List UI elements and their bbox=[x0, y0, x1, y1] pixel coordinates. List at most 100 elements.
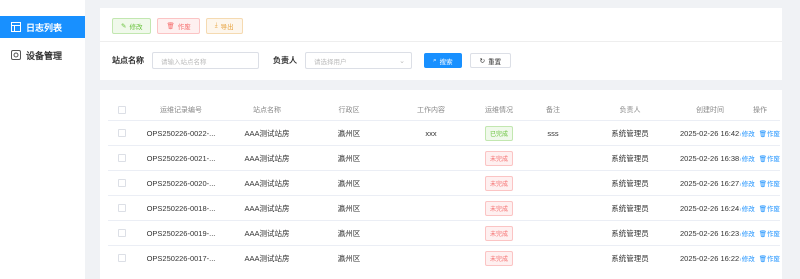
row-actions: ✎修改 🗑作废 bbox=[740, 128, 780, 138]
row-void-link[interactable]: 🗑作废 bbox=[759, 153, 780, 163]
row-checkbox[interactable] bbox=[108, 179, 136, 187]
list-icon bbox=[10, 22, 21, 33]
row-edit-link[interactable]: ✎修改 bbox=[740, 153, 755, 163]
sidebar-item-label: 设备管理 bbox=[26, 50, 63, 61]
toolbar: ✎ 修改 🗑 作废 ⤓ 导出 bbox=[112, 18, 243, 34]
owner-select[interactable]: 请选择用户 ⌄ bbox=[305, 52, 412, 69]
header-cell: 运维情况 bbox=[485, 107, 513, 114]
status-cell: 未完成 bbox=[472, 175, 526, 191]
owner-label: 负责人 bbox=[273, 56, 297, 65]
reset-button[interactable]: ↻ 重置 bbox=[469, 53, 512, 68]
row-void-link[interactable]: 🗑作废 bbox=[759, 178, 780, 188]
trash-icon: 🗑 bbox=[758, 156, 767, 163]
station-input[interactable]: 请输入站点名称 bbox=[152, 52, 259, 69]
row-checkbox[interactable] bbox=[108, 204, 136, 212]
row-edit-link[interactable]: ✎修改 bbox=[740, 228, 755, 238]
table-row: OPS250226-0019-... AAA测试站房 瀛州区 未完成 系统管理员 2025… bbox=[108, 220, 780, 245]
status-badge: 未完成 bbox=[484, 150, 513, 166]
row-edit-link[interactable]: ✎修改 bbox=[740, 203, 755, 213]
row-checkbox[interactable] bbox=[108, 154, 136, 162]
created-time: 2025-02-26 16:24:... bbox=[680, 203, 740, 213]
table-row: OPS250226-0018-... AAA测试站房 瀛州区 未完成 系统管理员 2025… bbox=[108, 195, 780, 220]
district: 瀛州区 bbox=[337, 253, 361, 263]
refresh-icon: ↻ bbox=[479, 57, 486, 65]
record-id: OPS250226-0022-... bbox=[146, 128, 216, 138]
row-checkbox[interactable] bbox=[108, 254, 136, 262]
record-id: OPS250226-0021-... bbox=[146, 153, 216, 163]
export-button[interactable]: ⤓ 导出 bbox=[205, 18, 243, 34]
header-cell: 工作内容 bbox=[417, 107, 445, 114]
remark: sss bbox=[547, 128, 559, 138]
chevron-down-icon: ⌄ bbox=[399, 57, 405, 65]
row-void-link[interactable]: 🗑作废 bbox=[759, 228, 780, 238]
sidebar-item-log-list[interactable]: 日志列表 bbox=[0, 16, 85, 38]
row-checkbox[interactable] bbox=[108, 129, 136, 137]
sidebar-item-device-management[interactable]: 设备管理 bbox=[0, 44, 85, 66]
station-label: 站点名称 bbox=[112, 56, 144, 65]
status-badge: 未完成 bbox=[484, 250, 513, 266]
work-content: xxx bbox=[425, 128, 437, 138]
district: 瀛州区 bbox=[337, 228, 361, 238]
header-cell: 操作 bbox=[753, 107, 767, 114]
status-badge: 未完成 bbox=[484, 225, 513, 241]
search-icon: ⌕ bbox=[433, 56, 437, 64]
header-cell: 创建时间 bbox=[696, 107, 724, 114]
table-header: 运维记录编号 站点名称 行政区 工作内容 运维情况 备注 负责人 创建时间 操作 bbox=[108, 100, 780, 120]
record-id: OPS250226-0017-... bbox=[146, 253, 216, 263]
status-cell: 未完成 bbox=[472, 200, 526, 216]
owner: 系统管理员 bbox=[611, 253, 649, 263]
row-actions: ✎修改 🗑作废 bbox=[740, 203, 780, 213]
created-time: 2025-02-26 16:22:... bbox=[680, 253, 740, 263]
table-row: OPS250226-0017-... AAA测试站房 瀛州区 未完成 系统管理员 2025… bbox=[108, 245, 780, 270]
status-badge: 未完成 bbox=[484, 175, 513, 191]
status-cell: 未完成 bbox=[472, 225, 526, 241]
district: 瀛州区 bbox=[337, 178, 361, 188]
created-time: 2025-02-26 16:23:... bbox=[680, 228, 740, 238]
record-id: OPS250226-0020-... bbox=[146, 178, 216, 188]
row-actions: ✎修改 🗑作废 bbox=[740, 178, 780, 188]
record-id: OPS250226-0019-... bbox=[146, 228, 216, 238]
row-edit-link[interactable]: ✎修改 bbox=[740, 178, 755, 188]
header-cell: 站点名称 bbox=[253, 107, 281, 114]
status-badge: 未完成 bbox=[484, 200, 513, 216]
table-panel: 运维记录编号 站点名称 行政区 工作内容 运维情况 备注 负责人 创建时间 操作… bbox=[100, 90, 782, 279]
row-checkbox[interactable] bbox=[108, 229, 136, 237]
download-icon: ⤓ bbox=[214, 22, 218, 29]
edit-button[interactable]: ✎ 修改 bbox=[112, 18, 152, 34]
select-all-checkbox[interactable] bbox=[108, 106, 136, 114]
search-button[interactable]: ⌕ 搜索 bbox=[424, 53, 462, 68]
created-time: 2025-02-26 16:42:... bbox=[680, 128, 740, 138]
search-row: 站点名称 请输入站点名称 负责人 请选择用户 ⌄ ⌕ 搜索 ↻ 重置 bbox=[112, 52, 512, 69]
owner: 系统管理员 bbox=[611, 128, 649, 138]
trash-icon: 🗑 bbox=[166, 23, 175, 30]
owner: 系统管理员 bbox=[611, 153, 649, 163]
header-cell: 行政区 bbox=[338, 107, 360, 114]
row-void-link[interactable]: 🗑作废 bbox=[759, 203, 780, 213]
void-button[interactable]: 🗑 作废 bbox=[157, 18, 200, 34]
status-cell: 未完成 bbox=[472, 250, 526, 266]
row-actions: ✎修改 🗑作废 bbox=[740, 253, 780, 263]
station-name: AAA测试站房 bbox=[244, 253, 290, 263]
row-edit-link[interactable]: ✎修改 bbox=[740, 253, 755, 263]
status-cell: 已完成 bbox=[472, 125, 526, 141]
district: 瀛州区 bbox=[337, 153, 361, 163]
trash-icon: 🗑 bbox=[758, 256, 767, 263]
owner: 系统管理员 bbox=[611, 203, 649, 213]
station-name: AAA测试站房 bbox=[244, 228, 290, 238]
district: 瀛州区 bbox=[337, 203, 361, 213]
row-actions: ✎修改 🗑作废 bbox=[740, 228, 780, 238]
row-void-link[interactable]: 🗑作废 bbox=[759, 128, 780, 138]
status-cell: 未完成 bbox=[472, 150, 526, 166]
device-icon bbox=[10, 50, 21, 61]
status-badge: 已完成 bbox=[484, 125, 513, 141]
owner: 系统管理员 bbox=[611, 228, 649, 238]
record-id: OPS250226-0018-... bbox=[146, 203, 216, 213]
table-row: OPS250226-0020-... AAA测试站房 瀛州区 未完成 系统管理员 2025… bbox=[108, 170, 780, 195]
station-name: AAA测试站房 bbox=[244, 178, 290, 188]
row-void-link[interactable]: 🗑作废 bbox=[759, 253, 780, 263]
created-time: 2025-02-26 16:27:... bbox=[680, 178, 740, 188]
row-edit-link[interactable]: ✎修改 bbox=[740, 128, 755, 138]
filter-panel: ✎ 修改 🗑 作废 ⤓ 导出 站点名称 请输入站点名称 负责人 请选择用户 ⌄ … bbox=[100, 8, 782, 80]
trash-icon: 🗑 bbox=[758, 231, 767, 238]
station-name: AAA测试站房 bbox=[244, 153, 290, 163]
